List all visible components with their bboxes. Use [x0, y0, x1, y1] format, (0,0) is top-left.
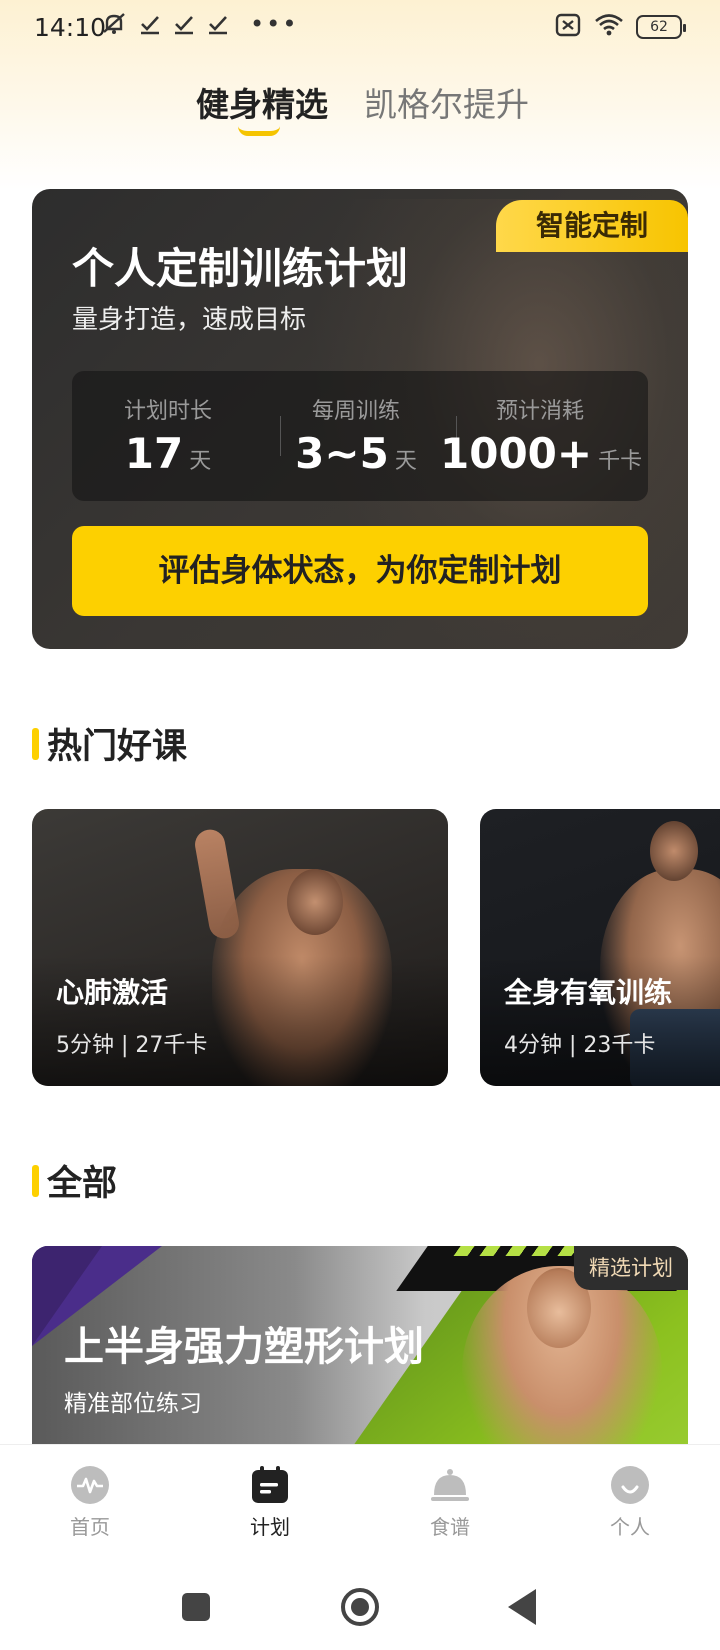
stat-weekly: 每周训练 3~5 天: [268, 393, 444, 478]
smart-custom-badge: 智能定制: [496, 200, 688, 252]
nav-label: 个人: [610, 1515, 650, 1539]
more-dots-icon: •••: [250, 10, 299, 38]
course-name: 全身有氧训练: [504, 976, 673, 1009]
profile-icon: [585, 1465, 675, 1505]
plan-card-title: 上半身强力塑形计划: [64, 1324, 424, 1370]
plan-subtitle: 量身打造，速成目标: [72, 305, 307, 335]
cloche-icon: [405, 1465, 495, 1505]
system-nav-bar: [0, 1560, 720, 1650]
featured-plan-badge: 精选计划: [574, 1246, 688, 1290]
tab-active-indicator: [238, 126, 280, 136]
header-tabs: 健身精选 凯格尔提升: [0, 78, 720, 138]
course-image: [650, 821, 698, 881]
status-icons-right: 62: [554, 12, 686, 42]
stat-unit: 天: [189, 449, 212, 474]
course-card[interactable]: 全身有氧训练 4分钟 | 23千卡: [480, 809, 720, 1086]
pulse-icon: [45, 1465, 135, 1505]
status-bar: 14:10 ••• 62: [0, 0, 720, 56]
course-meta: 5分钟 | 27千卡: [56, 1033, 208, 1058]
plan-badge-container: 智能定制: [468, 189, 688, 252]
battery-icon: 62: [636, 15, 686, 39]
stat-value: 17: [124, 429, 184, 478]
nav-home[interactable]: 首页: [45, 1465, 135, 1540]
section-title: 全部: [47, 1164, 118, 1204]
calendar-icon: [225, 1465, 315, 1505]
tab-kegel[interactable]: 凯格尔提升: [364, 78, 529, 126]
stat-label: 计划时长: [123, 399, 212, 424]
stat-duration: 计划时长 17 天: [80, 393, 256, 478]
nav-label: 计划: [250, 1515, 290, 1539]
plan-stats: 计划时长 17 天 每周训练 3~5 天 预计消耗 1000+ 千卡: [72, 371, 648, 501]
stat-label: 每周训练: [311, 399, 400, 424]
bottom-nav: 首页 计划 食谱 个人: [0, 1444, 720, 1560]
stat-label: 预计消耗: [495, 399, 584, 424]
tab-fitness-selection[interactable]: 健身精选: [196, 78, 328, 126]
plan-card[interactable]: 精选计划 上半身强力塑形计划 精准部位练习: [32, 1246, 688, 1446]
section-accent-bar: [32, 727, 39, 760]
nav-profile[interactable]: 个人: [585, 1465, 675, 1540]
home-button[interactable]: [341, 1588, 379, 1626]
sim-off-icon: [554, 12, 582, 42]
section-title: 热门好课: [47, 727, 188, 767]
nav-plan[interactable]: 计划: [225, 1465, 315, 1540]
check-icon: [172, 12, 196, 36]
nav-label: 食谱: [430, 1515, 470, 1539]
recents-button[interactable]: [182, 1593, 210, 1621]
hot-courses-header: 热门好课: [32, 718, 187, 769]
section-accent-bar: [32, 1164, 39, 1197]
stat-value: 1000+: [440, 429, 593, 478]
stat-unit: 天: [394, 449, 417, 474]
plan-card-subtitle: 精准部位练习: [64, 1391, 202, 1417]
nav-label: 首页: [70, 1515, 110, 1539]
plan-card-background: [453, 1246, 581, 1256]
assess-body-button[interactable]: 评估身体状态，为你定制计划: [72, 526, 648, 616]
status-icons-left: •••: [100, 10, 298, 38]
plan-title: 个人定制训练计划: [72, 244, 409, 293]
stat-calories: 预计消耗 1000+ 千卡: [440, 393, 643, 478]
course-image: [287, 869, 343, 935]
stat-value: 3~5: [295, 429, 389, 478]
stat-unit: 千卡: [598, 449, 643, 474]
wifi-icon: [594, 13, 624, 41]
course-meta: 4分钟 | 23千卡: [504, 1033, 656, 1058]
status-time: 14:10: [34, 13, 107, 42]
all-plans-header: 全部: [32, 1155, 117, 1206]
check-icon: [206, 12, 230, 36]
nav-recipes[interactable]: 食谱: [405, 1465, 495, 1540]
course-card[interactable]: 心肺激活 5分钟 | 27千卡: [32, 809, 448, 1086]
custom-plan-card[interactable]: 智能定制 个人定制训练计划 量身打造，速成目标 计划时长 17 天 每周训练 3~…: [32, 189, 688, 649]
course-name: 心肺激活: [56, 976, 169, 1009]
mute-icon: [100, 10, 128, 38]
check-icon: [138, 12, 162, 36]
back-button[interactable]: [508, 1589, 536, 1625]
